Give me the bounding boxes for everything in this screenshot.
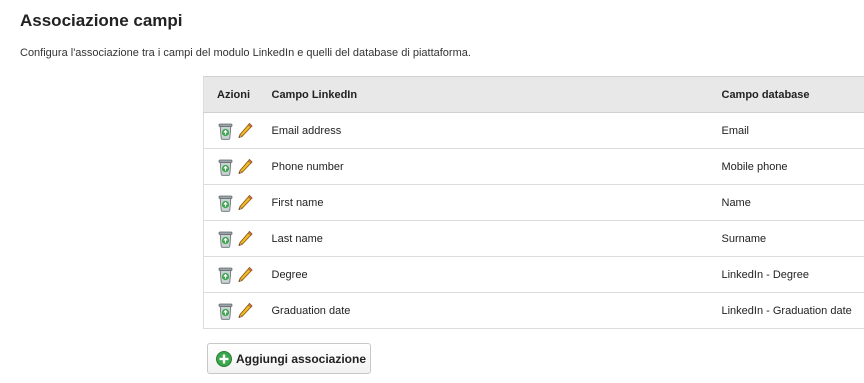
pencil-icon[interactable] [236, 230, 253, 248]
table-row: Graduation date LinkedIn - Graduation da… [203, 292, 864, 329]
database-field-cell: LinkedIn - Graduation date [721, 292, 864, 329]
trash-icon[interactable] [217, 302, 234, 320]
add-association-button[interactable]: Aggiungi associazione [207, 343, 371, 374]
pencil-icon[interactable] [236, 158, 253, 176]
database-field-cell: LinkedIn - Degree [721, 256, 864, 293]
table-row: Phone number Mobile phone [203, 148, 864, 185]
header-actions: Azioni [203, 76, 272, 113]
trash-icon[interactable] [217, 158, 234, 176]
row-actions-cell [203, 148, 272, 185]
header-linkedin-field: Campo LinkedIn [271, 76, 722, 113]
row-actions-cell [203, 292, 272, 329]
table-header-row: Azioni Campo LinkedIn Campo database [203, 76, 864, 113]
table-row: Last name Surname [203, 220, 864, 257]
database-field-cell: Email [721, 112, 864, 149]
table-row: Email address Email [203, 112, 864, 149]
page-description: Configura l'associazione tra i campi del… [20, 47, 471, 59]
row-actions-cell [203, 256, 272, 293]
row-actions-cell [203, 184, 272, 221]
row-actions-cell [203, 220, 272, 257]
database-field-cell: Name [721, 184, 864, 221]
page-title: Associazione campi [20, 11, 183, 30]
pencil-icon[interactable] [236, 194, 253, 212]
pencil-icon[interactable] [236, 122, 253, 140]
plus-circle-icon [216, 350, 232, 367]
database-field-cell: Mobile phone [721, 148, 864, 185]
table-row: First name Name [203, 184, 864, 221]
linkedin-field-cell: First name [271, 184, 722, 221]
associations-table: Azioni Campo LinkedIn Campo database Ema… [203, 76, 864, 329]
linkedin-field-cell: Email address [271, 112, 722, 149]
linkedin-field-cell: Graduation date [271, 292, 722, 329]
associations-table-container: Azioni Campo LinkedIn Campo database Ema… [203, 76, 864, 329]
table-row: Degree LinkedIn - Degree [203, 256, 864, 293]
table-body: Email address Email Phone number Mobile … [203, 112, 864, 329]
row-actions-cell [203, 112, 272, 149]
trash-icon[interactable] [217, 230, 234, 248]
header-database-field: Campo database [721, 76, 864, 113]
add-association-label: Aggiungi associazione [236, 351, 367, 366]
trash-icon[interactable] [217, 194, 234, 212]
linkedin-field-cell: Last name [271, 220, 722, 257]
trash-icon[interactable] [217, 122, 234, 140]
page: Associazione campi Configura l'associazi… [0, 0, 864, 383]
pencil-icon[interactable] [236, 266, 253, 284]
trash-icon[interactable] [217, 266, 234, 284]
linkedin-field-cell: Phone number [271, 148, 722, 185]
linkedin-field-cell: Degree [271, 256, 722, 293]
pencil-icon[interactable] [236, 302, 253, 320]
database-field-cell: Surname [721, 220, 864, 257]
